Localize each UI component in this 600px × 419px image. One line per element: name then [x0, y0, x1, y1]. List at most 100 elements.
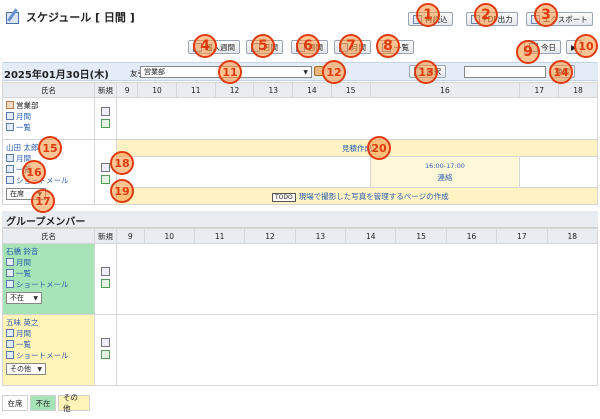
chevron-down-icon: ▼ — [33, 294, 38, 302]
badge-7: 7 — [339, 34, 363, 58]
badge-1: 1 — [416, 3, 440, 27]
user-short-mail-link[interactable]: ショートメール — [6, 175, 91, 186]
todo-tag: TODO — [272, 192, 296, 202]
member-list-link[interactable]: 一覧 — [6, 339, 91, 350]
new-schedule-icon[interactable] — [101, 107, 110, 116]
badge-12: 12 — [322, 60, 346, 84]
badge-20: 20 — [367, 136, 391, 160]
list-icon — [6, 123, 14, 131]
hour-header: 11 — [193, 228, 246, 244]
member-name-cell: 石橋 鈴音 月間 一覧 ショートメール 不在 ▼ — [2, 243, 95, 315]
member-name-cell: 五味 英之 月間 一覧 ショートメール その他 ▼ — [2, 314, 95, 386]
badge-5: 5 — [251, 34, 275, 58]
group-timeline[interactable] — [116, 97, 598, 140]
page-title: スケジュール [ 日間 ] — [4, 4, 135, 30]
hour-header: 10 — [143, 228, 195, 244]
member-new-cell — [94, 314, 117, 386]
member-monthly-link[interactable]: 月間 — [6, 257, 91, 268]
event-estimate[interactable]: 見積作成 — [116, 139, 598, 157]
hour-header: 16 — [369, 82, 521, 98]
group-row: 営業部 月間 一覧 — [2, 97, 598, 140]
member-timeline[interactable] — [116, 243, 598, 315]
mail-icon — [6, 176, 14, 184]
hour-header: 10 — [137, 82, 177, 98]
members-grid: 氏名 新規 9 10 11 12 13 14 15 16 17 18 石橋 鈴音… — [2, 228, 599, 386]
schedule-icon — [4, 8, 22, 26]
members-header-row: 氏名 新規 9 10 11 12 13 14 15 16 17 18 — [2, 228, 599, 244]
list-icon — [6, 340, 14, 348]
badge-11: 11 — [218, 60, 242, 84]
name-column-header: 氏名 — [2, 82, 95, 98]
member-list-link[interactable]: 一覧 — [6, 268, 91, 279]
member-timeline[interactable] — [116, 314, 598, 386]
member-short-mail-link[interactable]: ショートメール — [6, 350, 91, 361]
new-schedule-icon[interactable] — [101, 267, 110, 276]
hour-header: 9 — [115, 82, 139, 98]
badge-8: 8 — [376, 34, 400, 58]
group-new-cell — [94, 97, 117, 140]
new-todo-icon[interactable] — [101, 350, 110, 359]
name-column-header: 氏名 — [2, 228, 95, 244]
badge-9: 9 — [516, 40, 540, 64]
legend-present: 在席 — [2, 395, 28, 411]
calendar-icon — [6, 329, 14, 337]
badge-13: 13 — [414, 60, 438, 84]
badge-2: 2 — [474, 3, 498, 27]
chevron-down-icon: ▼ — [37, 365, 42, 373]
mail-icon — [6, 351, 14, 359]
badge-10: 10 — [574, 34, 598, 58]
group-list-link[interactable]: 一覧 — [6, 122, 91, 133]
hour-header: 14 — [345, 228, 397, 244]
hour-header: 9 — [116, 228, 145, 244]
user-list-link[interactable]: 一覧 — [6, 164, 91, 175]
calendar-icon — [6, 112, 14, 120]
member-name-link[interactable]: 石橋 鈴音 — [6, 246, 91, 257]
badge-17: 17 — [31, 189, 55, 213]
legend-other: その他 — [58, 393, 90, 413]
hour-header: 17 — [496, 228, 548, 244]
user-timeline-end[interactable] — [519, 156, 598, 188]
new-todo-icon[interactable] — [101, 119, 110, 128]
new-column-header: 新規 — [94, 228, 117, 244]
hour-header: 16 — [445, 228, 498, 244]
hour-header: 13 — [294, 228, 347, 244]
user-timeline[interactable] — [116, 156, 371, 188]
current-date: 2025年01月30日(木) — [4, 70, 109, 81]
chevron-down-icon: ▼ — [303, 68, 308, 76]
hour-header: 14 — [292, 82, 332, 98]
list-icon — [6, 165, 14, 173]
calendar-icon — [6, 258, 14, 266]
new-schedule-icon[interactable] — [101, 163, 110, 172]
member-name-link[interactable]: 五味 英之 — [6, 317, 91, 328]
todo-item[interactable]: TODO 現場で撮影した写真を管理するページの作成 — [116, 187, 598, 205]
member-status-select[interactable]: その他 ▼ — [6, 363, 46, 375]
list-icon — [6, 269, 14, 277]
badge-15: 15 — [38, 136, 62, 160]
group-monthly-link[interactable]: 月間 — [6, 111, 91, 122]
grid-header-row: 氏名 新規 9 10 11 12 13 14 15 16 17 18 — [2, 82, 598, 98]
hour-header: 18 — [558, 82, 598, 98]
hour-header: 15 — [330, 82, 371, 98]
group-icon — [6, 101, 14, 109]
badge-18: 18 — [110, 151, 134, 175]
member-status-select[interactable]: 不在 ▼ — [6, 292, 42, 304]
search-input[interactable] — [464, 66, 546, 78]
member-short-mail-link[interactable]: ショートメール — [6, 279, 91, 290]
new-todo-icon[interactable] — [101, 279, 110, 288]
legend-absent: 不在 — [30, 395, 56, 411]
new-column-header: 新規 — [94, 82, 117, 98]
badge-19: 19 — [110, 179, 134, 203]
hour-header: 13 — [253, 82, 294, 98]
event-contact[interactable]: 16:00-17:00 連絡 — [369, 156, 521, 188]
hour-header: 12 — [214, 82, 255, 98]
calendar-icon — [6, 154, 14, 162]
hour-header: 17 — [519, 82, 560, 98]
group-members-title: グループメンバー — [2, 211, 598, 228]
new-schedule-icon[interactable] — [101, 338, 110, 347]
badge-16: 16 — [22, 160, 46, 184]
badge-14: 14 — [549, 60, 573, 84]
hour-header: 12 — [244, 228, 296, 244]
member-monthly-link[interactable]: 月間 — [6, 328, 91, 339]
new-todo-icon[interactable] — [101, 175, 110, 184]
badge-3: 3 — [534, 3, 558, 27]
